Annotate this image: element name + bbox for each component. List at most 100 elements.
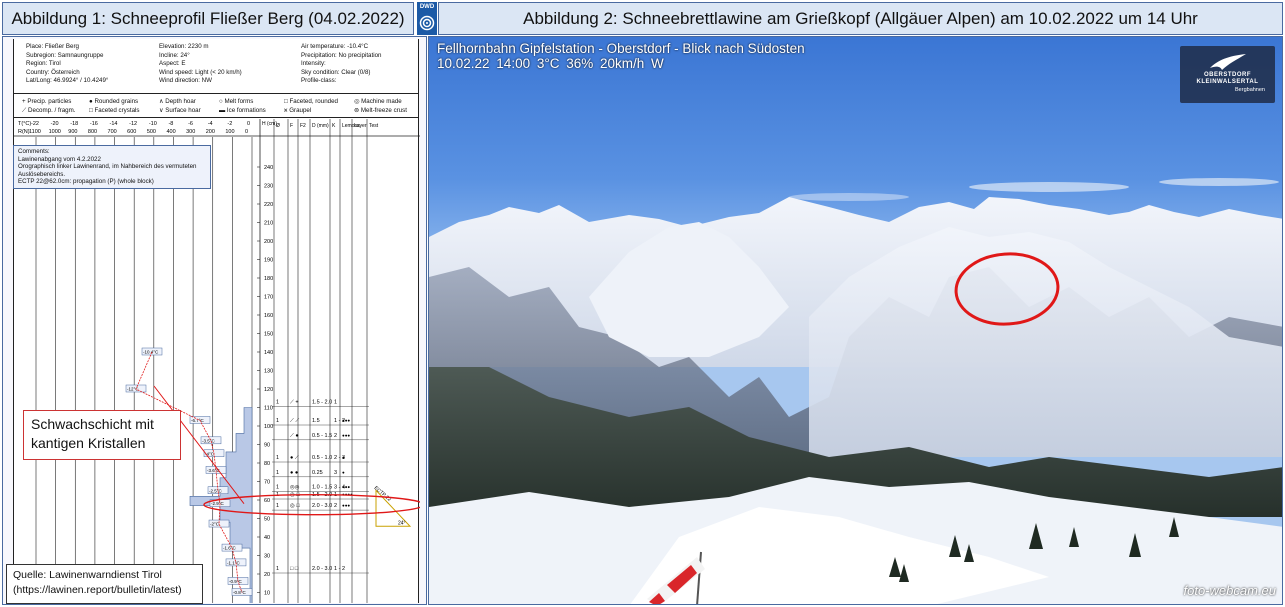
res-tick-label: 800 <box>88 129 97 135</box>
temp-label: -3.5°C <box>202 438 216 443</box>
layer-hardness: 2 <box>334 503 337 509</box>
mountain-landscape <box>429 178 1282 604</box>
temp-tick-label: -8 <box>168 121 173 127</box>
logo-line2: KLEINWALSERTAL <box>1196 79 1259 85</box>
legend-item: ○ Melt forms <box>219 98 254 105</box>
temp-tick-label: -12 <box>129 121 137 127</box>
res-tick-label: 700 <box>108 129 117 135</box>
height-tick-label: 170 <box>264 295 273 301</box>
legend-item: ∨ Surface hoar <box>159 107 201 114</box>
meta-air-temp: Air temperature: -10.4°C <box>301 43 369 50</box>
layer-form: □ □ <box>290 566 299 572</box>
meta-sky: Sky condition: Clear (0/8) <box>301 68 371 76</box>
layer-grain: 1 <box>276 503 279 509</box>
dwd-logo: DWD <box>417 2 437 35</box>
meta-latlong: Lat/Long: 46.9924° / 10.4249° <box>26 77 109 84</box>
temp-tick-label: -4 <box>208 121 213 127</box>
layer-hardness: 3 <box>334 470 337 476</box>
layer-form: ◎◎ <box>290 485 300 491</box>
height-tick-label: 50 <box>264 517 270 523</box>
temp-tick-label: -10 <box>149 121 157 127</box>
temp-axis-label: T(°C) <box>18 121 31 127</box>
table-header: D (mm) <box>312 123 329 129</box>
temp-tick-label: -2 <box>227 121 232 127</box>
height-tick-label: 200 <box>264 239 273 245</box>
layer-extra: ●●● <box>342 485 350 490</box>
layer-extra: ● <box>342 470 345 475</box>
layer-size: 0.25 <box>312 470 323 476</box>
legend-item: ◎ Machine made <box>354 98 402 105</box>
height-tick-label: 150 <box>264 332 273 338</box>
height-tick-label: 110 <box>264 406 273 412</box>
source-line: Quelle: Lawinenwarndienst Tirol <box>13 569 162 581</box>
height-tick-label: 190 <box>264 258 273 264</box>
res-tick-label: 500 <box>147 129 156 135</box>
table-header: K <box>332 123 336 129</box>
temp-label: -2.9°C <box>211 501 225 506</box>
layer-extra: ●●● <box>342 433 350 438</box>
logo-line3: Bergbahnen <box>1235 87 1265 93</box>
comment-line: Lawinenabgang vom 4.2.2022 <box>18 155 101 163</box>
layer-form: ● ⟋ <box>290 454 299 461</box>
legend-item: ∧ Depth hoar <box>159 98 196 105</box>
res-tick-label: 1100 <box>29 129 41 135</box>
height-tick-label: 120 <box>264 387 273 393</box>
meta-incline: Incline: 24° <box>159 51 190 59</box>
legend-item: ● Rounded grains <box>89 98 139 105</box>
layer-size: 1.5 <box>312 418 320 424</box>
figure-2-title: Abbildung 2: Schneebrettlawine am Grießk… <box>438 2 1283 35</box>
temp-label: -1.6°C <box>223 546 237 551</box>
height-tick-label: 60 <box>264 498 270 504</box>
layer-size: 1.5 - 2.0 <box>312 400 332 406</box>
res-tick-label: 100 <box>225 129 234 135</box>
res-tick-label: 400 <box>166 129 175 135</box>
legend-item: ▬ Ice formations <box>219 107 266 114</box>
meta-profile-class: Profile-class: <box>301 77 337 84</box>
layer-form: ⟋ + <box>290 399 299 406</box>
bergbahnen-logo: OBERSTDORF KLEINWALSERTAL Bergbahnen <box>1180 46 1275 103</box>
webcam-watermark: foto-webcam.eu <box>1183 583 1277 598</box>
height-tick-label: 240 <box>264 165 273 171</box>
temp-tick-label: -14 <box>110 121 118 127</box>
res-tick-label: 600 <box>127 129 136 135</box>
res-tick-label: 900 <box>68 129 77 135</box>
layer-form: ⟋ ⟋ <box>290 417 299 424</box>
layer-hardness: 1 - 2 <box>334 566 345 572</box>
height-tick-label: 180 <box>264 276 273 282</box>
res-tick-label: 0 <box>245 129 248 135</box>
layer-form: ● ● <box>290 470 298 476</box>
layer-hardness: 2 <box>334 433 337 439</box>
profile-chart-svg: T(°C)R(N)-22 -20 -18 -16 -14 -12 -10 -8 -6 -4 -2 01… <box>14 119 420 603</box>
temp-label: -2°C <box>210 522 220 527</box>
layer-extra: ●●● <box>342 503 350 508</box>
layer-size: 2.0 - 3.0 <box>312 566 332 572</box>
height-tick-label: 100 <box>264 424 273 430</box>
legend-item: + Precip. particles <box>22 98 72 105</box>
layer-grain: 1 <box>276 566 279 572</box>
legend-item: ⊚ Melt-freeze crust <box>354 107 407 114</box>
height-tick-label: 160 <box>264 313 273 319</box>
meta-country: Country: Österreich <box>26 68 80 76</box>
webcam-photo-panel: Fellhornbahn Gipfelstation - Oberstdorf … <box>428 36 1283 605</box>
temp-tick-label: -6 <box>188 121 193 127</box>
layer-grain: 1 <box>276 485 279 491</box>
logo-line1: OBERSTDORF <box>1204 72 1251 78</box>
height-tick-label: 230 <box>264 184 273 190</box>
table-header: Layer <box>354 123 367 129</box>
layer-hardness: 1 <box>334 400 337 406</box>
table-header: Ø <box>276 123 280 129</box>
height-tick-label: 70 <box>264 480 270 486</box>
height-tick-label: 30 <box>264 554 270 560</box>
legend-item: □ Faceted, rounded <box>284 98 338 105</box>
comment-line: Comments: <box>18 148 50 155</box>
layer-form: ◎ □ <box>290 503 300 509</box>
meta-region: Region: Tirol <box>26 60 61 67</box>
temp-label: -0.9°C <box>229 579 243 584</box>
meta-subregion: Subregion: Samnaungruppe <box>26 51 104 59</box>
grain-legend: + Precip. particles ● Rounded grains ∧ D… <box>14 96 418 118</box>
temp-label: -6.7°C <box>191 418 205 423</box>
layer-grain: 1 <box>276 470 279 476</box>
bird-icon <box>1210 54 1246 70</box>
comments-box: Comments: Lawinenabgang vom 4.2.2022 Oro… <box>13 145 211 189</box>
legend-item: ⩙ Graupel <box>284 107 312 114</box>
